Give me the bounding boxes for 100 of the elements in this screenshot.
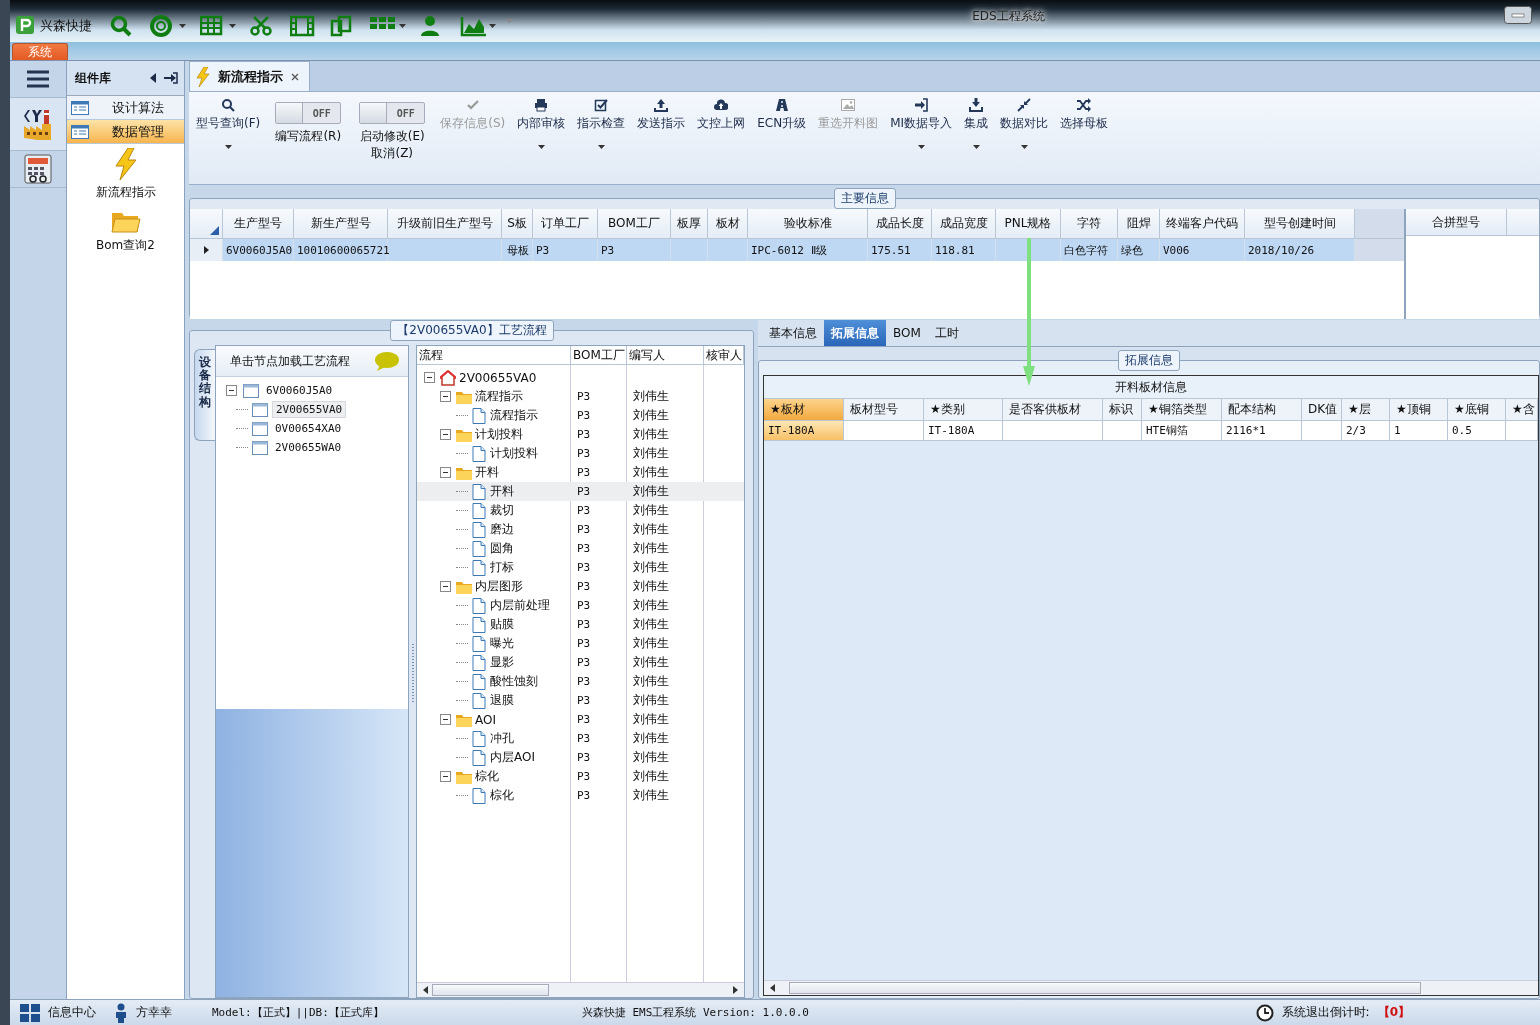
tree-row[interactable]: 磨边 P3 刘伟生 [417, 520, 744, 539]
caret-icon[interactable] [1020, 145, 1028, 149]
tree-row[interactable]: 打标 P3 刘伟生 [417, 558, 744, 577]
expander-toggle[interactable] [226, 385, 237, 396]
caret-icon[interactable] [224, 145, 232, 149]
scroll-right-icon[interactable] [733, 986, 738, 994]
column-header[interactable]: 核审人 [704, 346, 744, 364]
toggle-switch[interactable]: OFF [359, 102, 426, 124]
factory-button[interactable] [10, 98, 66, 151]
tab[interactable]: 工时 [927, 320, 966, 346]
column-header[interactable]: ★铜箔类型 [1142, 399, 1222, 421]
column-header[interactable]: 板材型号 [844, 399, 924, 421]
column-header[interactable]: ★顶铜 [1390, 399, 1448, 421]
tree-row[interactable]: 酸性蚀刻 P3 刘伟生 [417, 672, 744, 691]
column-header[interactable]: ★板材 [764, 399, 844, 421]
tree-row[interactable]: 裁切 P3 刘伟生 [417, 501, 744, 520]
expander-toggle[interactable] [440, 391, 451, 402]
expander-toggle[interactable] [440, 714, 451, 725]
horizontal-scrollbar[interactable] [417, 982, 744, 997]
column-header[interactable]: ★层 [1342, 399, 1390, 421]
tree-row[interactable]: AOI P3 刘伟生 [417, 710, 744, 729]
caret-icon[interactable] [537, 145, 545, 149]
toolbar-button[interactable]: 集成 [961, 98, 992, 149]
toolbar-button[interactable]: ECN升级 [754, 98, 810, 149]
document-tab[interactable]: 新流程指示 [189, 61, 310, 91]
tree-row[interactable]: 棕化 P3 刘伟生 [417, 767, 744, 786]
toolbar-button[interactable]: 型号查询(F) [193, 98, 264, 149]
status-item[interactable]: 信息中心 [20, 1003, 96, 1022]
tree-row[interactable]: 棕化 P3 刘伟生 [417, 786, 744, 805]
tree-row[interactable]: 2V00655VA0 [417, 368, 744, 387]
tree-item[interactable]: 0V00654XA0 [272, 421, 345, 436]
column-header[interactable]: 流程 [417, 346, 571, 364]
tree-row[interactable]: 贴膜 P3 刘伟生 [417, 615, 744, 634]
column-header[interactable]: 编写人 [627, 346, 704, 364]
caret-icon[interactable] [489, 24, 496, 28]
tool-item[interactable]: 新流程指示 [95, 148, 156, 201]
tree-row[interactable]: 开料 P3 刘伟生 [417, 482, 744, 501]
column-header[interactable]: ★含 [1506, 399, 1538, 421]
tree-row[interactable]: 流程指示 P3 刘伟生 [417, 406, 744, 425]
toolbar-button[interactable]: 指示检查 [574, 98, 629, 149]
column-header[interactable]: ★底铜 [1448, 399, 1506, 421]
minimize-button[interactable] [1504, 6, 1532, 24]
toolbar-button[interactable]: 选择母板 [1057, 98, 1112, 149]
tab[interactable]: BOM [886, 320, 928, 346]
tab[interactable]: 基本信息 [762, 320, 824, 346]
toggle-switch[interactable]: OFF [275, 102, 342, 124]
caret-icon[interactable] [399, 24, 406, 28]
category-item[interactable]: 数据管理 [67, 120, 184, 144]
caret-icon[interactable] [972, 145, 980, 149]
horizontal-scrollbar[interactable] [764, 980, 1538, 995]
expander-toggle[interactable] [440, 581, 451, 592]
table-row[interactable]: 6V0060J5A0 10010600065721 母板 P3 P3 IPC-6012 Ⅱ级 175.51 118.81 白色字符 绿色 V006 2018/10/26 [190, 239, 1404, 261]
tree-row[interactable]: 流程指示 P3 刘伟生 [417, 387, 744, 406]
status-item[interactable]: 方幸幸 [114, 1002, 172, 1023]
tree-row[interactable]: 曝光 P3 刘伟生 [417, 634, 744, 653]
caret-icon[interactable] [229, 24, 236, 28]
toolbar-button[interactable]: 发送指示 [634, 98, 689, 149]
expander-toggle[interactable] [440, 467, 451, 478]
collapse-left-icon[interactable] [150, 73, 156, 83]
caret-icon[interactable] [917, 145, 925, 149]
tree-row[interactable]: 显影 P3 刘伟生 [417, 653, 744, 672]
toolbar-button[interactable]: 内部审核 [514, 98, 569, 149]
side-tab[interactable]: 设备结构 [194, 349, 215, 441]
column-header[interactable]: ★类别 [924, 399, 1003, 421]
check-icon [465, 98, 480, 112]
expander-toggle[interactable] [440, 429, 451, 440]
column-header[interactable]: BOM工厂 [571, 346, 627, 364]
tree-item[interactable]: 2V00655VA0 [272, 401, 347, 418]
column-header[interactable]: 是否客供板材 [1003, 399, 1103, 421]
scroll-left-icon[interactable] [423, 986, 428, 994]
column-header[interactable]: DK值 [1302, 399, 1342, 421]
tree-row[interactable]: 计划投料 P3 刘伟生 [417, 444, 744, 463]
tree-row[interactable]: 内层前处理 P3 刘伟生 [417, 596, 744, 615]
tab[interactable]: 拓展信息 [824, 320, 886, 346]
area-chart-icon[interactable] [460, 15, 486, 37]
column-header[interactable]: 标识 [1103, 399, 1142, 421]
tree-item[interactable]: 2V00655WA0 [272, 440, 345, 455]
calculator-button[interactable] [10, 151, 66, 188]
toolbar-button[interactable]: MI数据导入 [887, 98, 956, 149]
caret-icon[interactable] [179, 24, 186, 28]
sign-in-icon[interactable] [164, 72, 178, 84]
film-icon[interactable] [290, 15, 316, 37]
toolbar-button[interactable]: 数据对比 [997, 98, 1052, 149]
tree-row[interactable]: 冲孔 P3 刘伟生 [417, 729, 744, 748]
column-header[interactable]: 配本结构 [1222, 399, 1302, 421]
tree-row[interactable]: 退膜 P3 刘伟生 [417, 691, 744, 710]
tree-row[interactable]: 内层AOI P3 刘伟生 [417, 748, 744, 767]
scroll-left-icon[interactable] [770, 984, 775, 992]
expander-toggle[interactable] [440, 771, 451, 782]
tree-row[interactable]: 计划投料 P3 刘伟生 [417, 425, 744, 444]
tool-item[interactable]: Bom查询2 [96, 209, 155, 254]
tree-row[interactable]: 开料 P3 刘伟生 [417, 463, 744, 482]
tree-row[interactable]: 内层图形 P3 刘伟生 [417, 577, 744, 596]
tree-row[interactable]: 圆角 P3 刘伟生 [417, 539, 744, 558]
toolbar-button[interactable]: 文控上网 [694, 98, 749, 149]
category-item[interactable]: 设计算法 [67, 96, 184, 120]
close-icon[interactable] [291, 72, 299, 81]
tree-item[interactable]: 6V0060J5A0 [263, 383, 336, 398]
caret-icon[interactable] [597, 145, 605, 149]
expander-toggle[interactable] [424, 372, 435, 383]
